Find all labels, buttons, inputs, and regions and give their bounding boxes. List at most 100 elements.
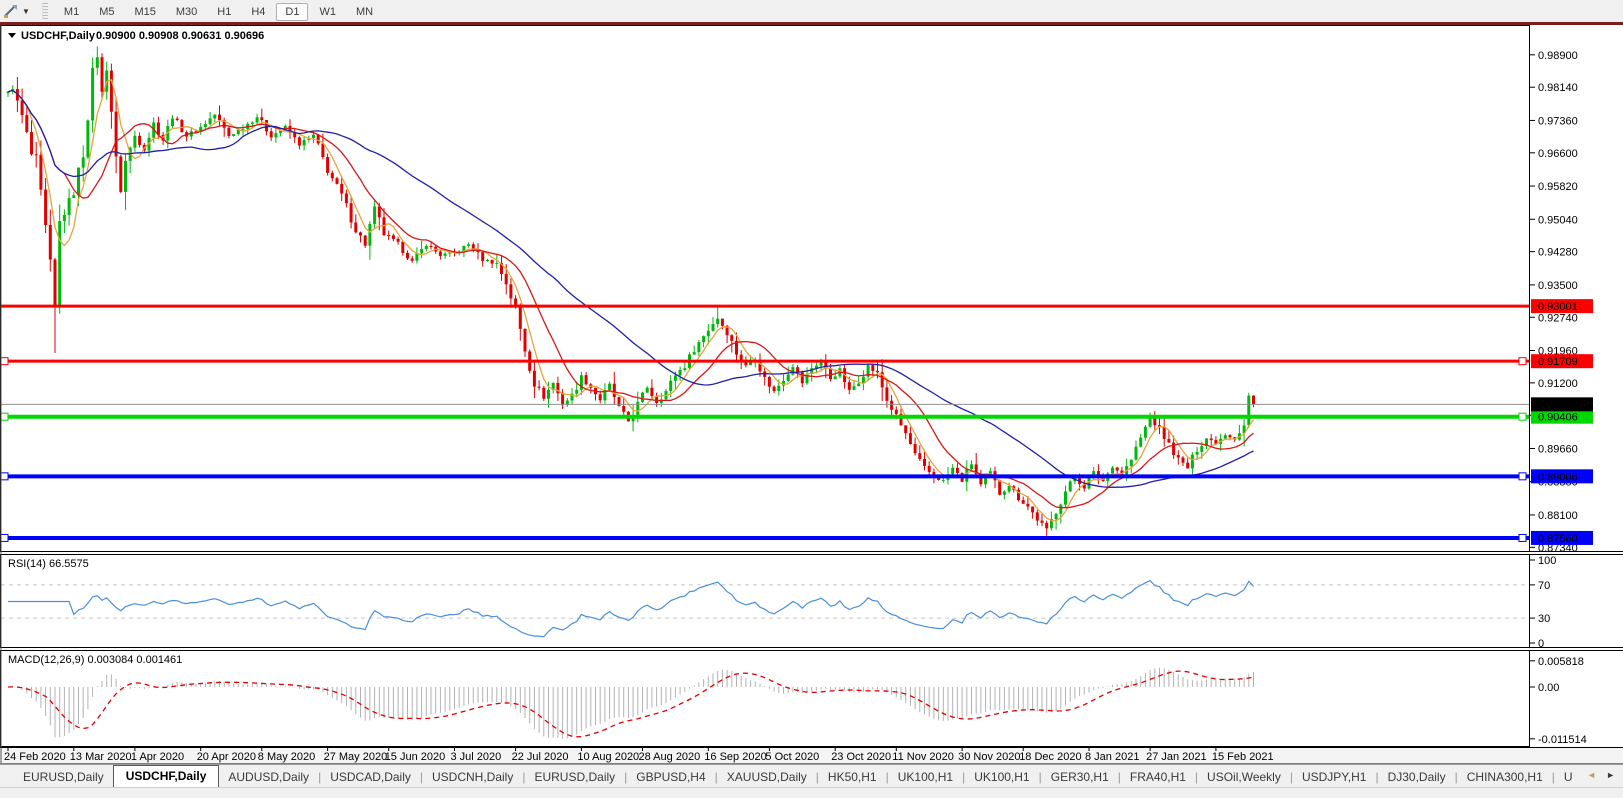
date-tick-label: 20 Apr 2020 — [197, 751, 256, 763]
chart-area[interactable]: 0.98900 0.98140 0.97360 0.96600 0.95820 0.950… — [0, 25, 1623, 764]
macd-axis-label: 0.005818 — [1538, 656, 1584, 668]
macd-title: MACD(12,26,9) 0.003084 0.001461 — [8, 654, 182, 666]
line-price-label: 0.91709 — [1538, 356, 1578, 368]
chart-tab-usdcnh-daily[interactable]: USDCNH,Daily — [423, 767, 522, 787]
date-tick-label: 23 Oct 2020 — [831, 751, 891, 763]
rsi-title: RSI(14) 66.5575 — [8, 558, 89, 570]
line-handle-right[interactable] — [1519, 534, 1526, 541]
mt4-terminal: ▼ M1M5M15M30H1H4D1W1MN 0.989000.981400.9… — [0, 0, 1623, 798]
line-handle-left[interactable] — [1, 473, 8, 480]
ohlc-readout: 0.90900 0.90908 0.90631 0.90696 — [96, 30, 264, 42]
chart-tab-usdchf-daily[interactable]: USDCHF,Daily — [113, 765, 220, 787]
date-tick-label: 1 Apr 2020 — [131, 751, 184, 763]
line-handle-right[interactable] — [1519, 358, 1526, 365]
chart-title: USDCHF,Daily0.90900 0.90908 0.90631 0.90… — [8, 30, 264, 42]
macd-axis-label: 0.00 — [1538, 682, 1559, 694]
price-tick-label: 0.98900 — [1538, 50, 1578, 62]
price-tick-label: 0.95040 — [1538, 214, 1578, 226]
chart-tab-hk50-h1[interactable]: HK50,H1 — [819, 767, 886, 787]
price-tick-label: 0.98140 — [1538, 82, 1578, 94]
timeframe-button-m1[interactable]: M1 — [55, 3, 88, 21]
chart-tab-fra40-h1[interactable]: FRA40,H1 — [1121, 767, 1195, 787]
line-price-label: 0.89006 — [1538, 471, 1578, 483]
tab-scroll-right-icon[interactable]: ► — [1606, 769, 1615, 781]
chart-tab-audusd-daily[interactable]: AUDUSD,Daily — [219, 767, 318, 787]
date-tick-label: 5 Oct 2020 — [765, 751, 819, 763]
timeframe-button-m5[interactable]: M5 — [90, 3, 123, 21]
price-tick-label: 0.97360 — [1538, 115, 1578, 127]
line-handle-left[interactable] — [1, 413, 8, 420]
line-price-label: 0.87560 — [1538, 533, 1578, 545]
rsi-panel[interactable] — [1, 555, 1530, 648]
price-tick-label: 0.91200 — [1538, 378, 1578, 390]
line-price-label: 0.90406 — [1538, 412, 1578, 424]
tab-scroll-controls: ◄ ► — [1587, 769, 1615, 781]
line-handle-right[interactable] — [1519, 413, 1526, 420]
chart-tab-usdcad-daily[interactable]: USDCAD,Daily — [321, 767, 420, 787]
timeframe-button-m30[interactable]: M30 — [167, 3, 206, 21]
date-tick-label: 24 Feb 2020 — [4, 751, 66, 763]
rsi-axis-label: 70 — [1538, 580, 1550, 592]
rsi-axis-label: 0 — [1538, 638, 1544, 650]
chevron-down-icon: ▼ — [22, 7, 30, 16]
chart-tab-eurusd-daily[interactable]: EURUSD,Daily — [14, 767, 113, 787]
date-tick-label: 10 Aug 2020 — [577, 751, 639, 763]
timeframe-buttons: M1M5M15M30H1H4D1W1MN — [54, 2, 383, 20]
date-tick-label: 15 Jun 2020 — [385, 751, 446, 763]
current-price-label: 0.90696 — [1538, 399, 1578, 411]
chart-tab-dj30-daily[interactable]: DJ30,Daily — [1379, 767, 1455, 787]
main-price-panel[interactable] — [1, 26, 1530, 552]
date-tick-label: 15 Feb 2021 — [1212, 751, 1274, 763]
chart-tab-china300-h1[interactable]: CHINA300,H1 — [1458, 767, 1552, 787]
chart-tab-usdjpy-h1[interactable]: USDJPY,H1 — [1293, 767, 1375, 787]
date-tick-label: 16 Sep 2020 — [704, 751, 766, 763]
macd-axis-label: -0.011514 — [1538, 734, 1587, 746]
line-handle-right[interactable] — [1519, 473, 1526, 480]
tab-scroll-left-icon[interactable]: ◄ — [1587, 769, 1596, 781]
price-tick-label: 0.94280 — [1538, 247, 1578, 259]
date-tick-label: 8 Jan 2021 — [1085, 751, 1139, 763]
date-tick-label: 18 Dec 2020 — [1019, 751, 1081, 763]
date-tick-label: 28 Aug 2020 — [639, 751, 701, 763]
chart-tab-usoil-weekly[interactable]: USOil,Weekly — [1198, 767, 1290, 787]
date-tick-label: 22 Jul 2020 — [512, 751, 569, 763]
date-tick-label: 27 May 2020 — [324, 751, 388, 763]
symbol-title: USDCHF,Daily — [21, 30, 96, 42]
price-tick-label: 0.89660 — [1538, 443, 1578, 455]
line-handle-left[interactable] — [1, 358, 8, 365]
date-tick-label: 11 Nov 2020 — [892, 751, 954, 763]
toolbar-grip-handle[interactable] — [42, 3, 48, 19]
macd-panel[interactable] — [1, 651, 1530, 747]
chart-tab-uk100-h1[interactable]: UK100,H1 — [965, 767, 1038, 787]
price-tick-label: 0.95820 — [1538, 181, 1578, 193]
chart-canvas[interactable]: 0.98900 0.98140 0.97360 0.96600 0.95820 0.950… — [0, 25, 1623, 764]
date-tick-label: 3 Jul 2020 — [451, 751, 502, 763]
chart-tab-gbpusd-h4[interactable]: GBPUSD,H4 — [627, 767, 714, 787]
timeframe-button-d1[interactable]: D1 — [276, 3, 308, 21]
line-handle-left[interactable] — [1, 534, 8, 541]
timeframe-button-h4[interactable]: H4 — [242, 3, 274, 21]
rsi-axis-label: 100 — [1538, 555, 1556, 567]
timeframe-button-h1[interactable]: H1 — [208, 3, 240, 21]
timeframe-toolbar: ▼ M1M5M15M30H1H4D1W1MN — [0, 0, 1623, 22]
chart-tab-truncated[interactable]: U — [1555, 767, 1582, 787]
cursor-line-tool-button[interactable]: ▼ — [0, 2, 34, 20]
chart-tab-eurusd-daily[interactable]: EURUSD,Daily — [525, 767, 624, 787]
date-tick-label: 13 Mar 2020 — [70, 751, 132, 763]
cursor-line-tool-icon — [3, 3, 19, 19]
rsi-axis-label: 30 — [1538, 613, 1550, 625]
line-price-label: 0.93001 — [1538, 301, 1578, 313]
chart-tab-bar: EURUSD,DailyUSDCHF,DailyAUDUSD,Daily|USD… — [0, 764, 1623, 787]
date-tick-label: 27 Jan 2021 — [1146, 751, 1207, 763]
date-tick-label: 8 May 2020 — [258, 751, 315, 763]
price-tick-label: 0.92740 — [1538, 312, 1578, 324]
timeframe-button-mn[interactable]: MN — [347, 3, 382, 21]
chart-tab-ger30-h1[interactable]: GER30,H1 — [1042, 767, 1118, 787]
price-tick-label: 0.93500 — [1538, 280, 1578, 292]
timeframe-button-w1[interactable]: W1 — [310, 3, 345, 21]
chart-tab-xauusd-daily[interactable]: XAUUSD,Daily — [718, 767, 816, 787]
price-tick-label: 0.88100 — [1538, 510, 1578, 522]
price-tick-label: 0.96600 — [1538, 148, 1578, 160]
chart-tab-uk100-h1[interactable]: UK100,H1 — [889, 767, 962, 787]
timeframe-button-m15[interactable]: M15 — [125, 3, 164, 21]
